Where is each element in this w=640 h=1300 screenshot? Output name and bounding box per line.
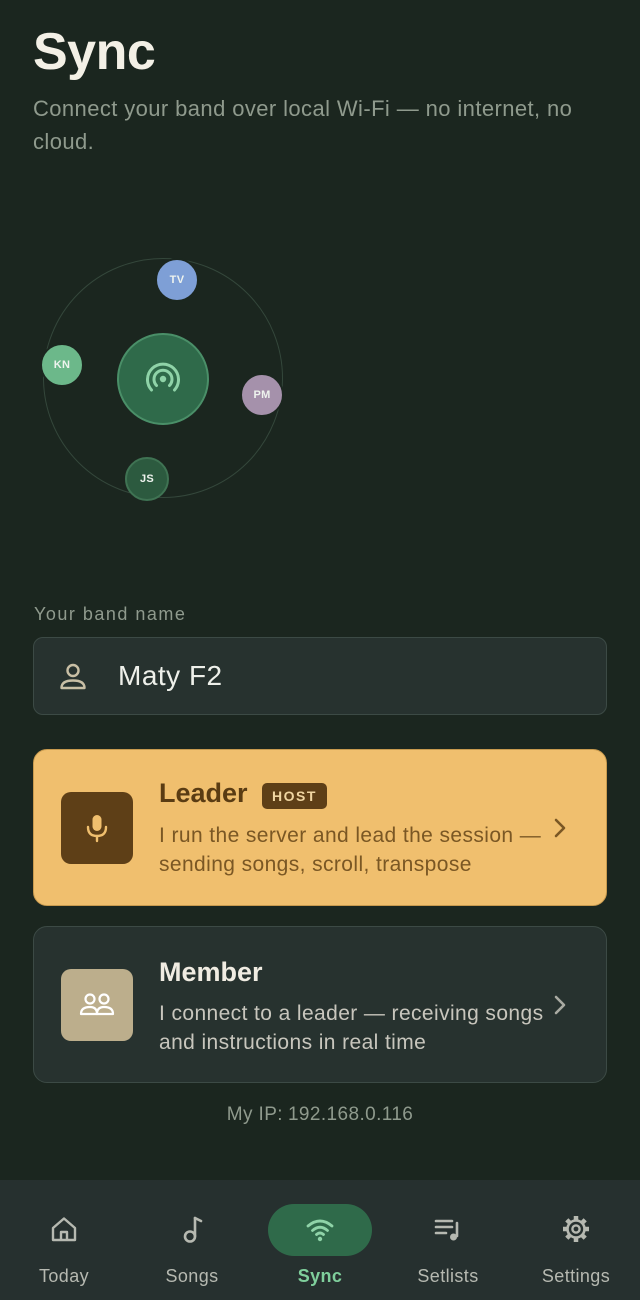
nav-item-sync[interactable]: Sync bbox=[256, 1180, 384, 1300]
leader-title: Leader bbox=[159, 778, 248, 808]
chevron-right-icon bbox=[554, 818, 566, 838]
host-badge: HOST bbox=[262, 783, 327, 809]
member-role-card[interactable]: Member I connect to a leader — receiving… bbox=[33, 926, 607, 1083]
wifi-icon bbox=[306, 1219, 334, 1242]
leader-icon-tile bbox=[61, 792, 133, 864]
member-icon-tile bbox=[61, 969, 133, 1041]
ip-label: My IP: bbox=[226, 1104, 283, 1125]
peer-avatar-pm: PM bbox=[240, 373, 284, 417]
peer-avatar-js: JS bbox=[125, 457, 169, 501]
leader-description: I run the server and lead the session — … bbox=[159, 824, 542, 876]
gear-icon bbox=[563, 1216, 589, 1242]
home-icon bbox=[51, 1217, 77, 1242]
nav-item-settings[interactable]: Settings bbox=[512, 1180, 640, 1300]
band-name-label: Your band name bbox=[34, 604, 187, 624]
member-description: I connect to a leader — receiving songs … bbox=[159, 1002, 544, 1054]
peer-avatar-tv: TV bbox=[155, 258, 199, 302]
nav-label-sync: Sync bbox=[297, 1266, 343, 1286]
nav-label-songs: Songs bbox=[165, 1266, 219, 1286]
member-title: Member bbox=[159, 957, 263, 987]
band-network-graphic: TV KN PM JS bbox=[40, 258, 286, 504]
ip-address: My IP: 192.168.0.116 bbox=[0, 1104, 640, 1126]
band-name-value[interactable]: Maty F2 bbox=[118, 660, 223, 692]
person-icon bbox=[60, 663, 86, 690]
playlist-icon bbox=[434, 1219, 459, 1241]
page-title: Sync bbox=[33, 23, 156, 81]
nav-item-setlists[interactable]: Setlists bbox=[384, 1180, 512, 1300]
broadcast-icon bbox=[146, 362, 180, 392]
leader-role-card[interactable]: Leader HOST I run the server and lead th… bbox=[33, 749, 607, 906]
nav-label-today: Today bbox=[38, 1266, 90, 1286]
nav-item-today[interactable]: Today bbox=[0, 1180, 128, 1300]
ip-value: 192.168.0.116 bbox=[287, 1104, 414, 1125]
bottom-navigation: Today Songs Sync Setlists Settings bbox=[0, 1180, 640, 1300]
band-name-field[interactable]: Maty F2 bbox=[33, 637, 607, 715]
nav-label-settings: Settings bbox=[541, 1266, 611, 1286]
music-note-icon bbox=[183, 1216, 203, 1243]
chevron-right-icon bbox=[554, 995, 566, 1015]
microphone-icon bbox=[86, 815, 108, 843]
nav-label-setlists: Setlists bbox=[417, 1266, 479, 1286]
page-subtitle: Connect your band over local Wi-Fi — no … bbox=[33, 96, 573, 154]
network-hub bbox=[117, 333, 209, 425]
peer-avatar-kn: KN bbox=[40, 343, 84, 387]
nav-item-songs[interactable]: Songs bbox=[128, 1180, 256, 1300]
group-icon bbox=[79, 993, 115, 1016]
